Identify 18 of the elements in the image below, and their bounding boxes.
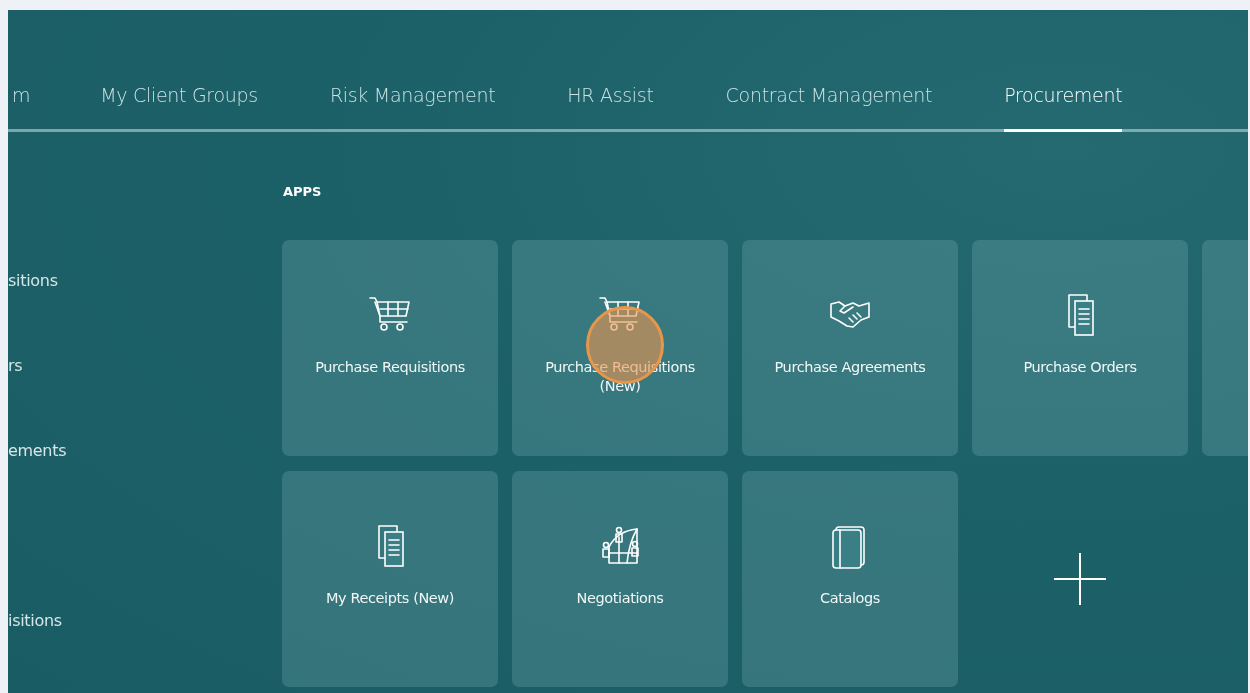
sidebar-item[interactable]: ements — [8, 408, 282, 493]
section-heading: APPS — [283, 183, 323, 201]
app-tile[interactable]: Catalogs — [742, 470, 958, 687]
nav-tab[interactable]: My Client Groups — [100, 80, 258, 129]
sidebar-item[interactable]: rs — [8, 323, 282, 408]
add-icon[interactable] — [1054, 552, 1106, 605]
nav-tab[interactable]: m — [12, 80, 31, 129]
sidebar-item[interactable]: sitions — [8, 238, 282, 323]
app-tile[interactable]: My Receipts (New) — [282, 470, 498, 687]
nav-tab[interactable]: HR Assist — [567, 80, 654, 129]
app-tile[interactable]: Purchase Orders — [972, 239, 1188, 456]
sidebar-item[interactable]: isitions — [8, 578, 282, 663]
app-tile[interactable]: Purchase Requisitions — [282, 239, 498, 456]
app-tile[interactable]: Purchase Agreements — [742, 239, 958, 456]
nav-tab[interactable]: Procurement — [1004, 80, 1123, 132]
nav-tab[interactable]: Contract Management — [725, 80, 933, 129]
app-tile[interactable]: Negotiations — [512, 470, 728, 687]
nav-tab[interactable]: Risk Management — [329, 80, 496, 129]
